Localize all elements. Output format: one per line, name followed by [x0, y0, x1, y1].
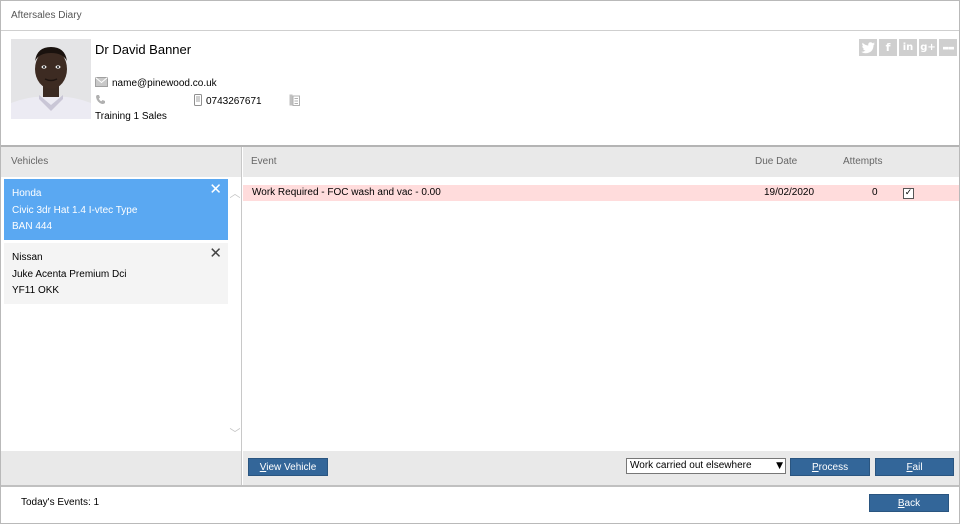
- outcome-select[interactable]: Work carried out elsewhere ▼: [626, 458, 786, 474]
- more-icon[interactable]: ▬▬: [939, 39, 957, 56]
- vehicle-make: Nissan: [12, 252, 43, 263]
- twitter-icon[interactable]: [859, 39, 877, 56]
- chevron-down-icon: ▼: [776, 461, 783, 471]
- column-due-date[interactable]: Due Date: [755, 156, 797, 167]
- view-vehicle-button[interactable]: View Vehicle: [248, 458, 328, 476]
- todays-events-count: Today's Events: 1: [21, 497, 100, 508]
- column-attempts[interactable]: Attempts: [843, 156, 882, 167]
- vehicle-model: Civic 3dr Hat 1.4 I-vtec Type: [12, 204, 138, 216]
- event-description: Work Required - FOC wash and vac - 0.00: [252, 187, 441, 198]
- events-header: Event Due Date Attempts: [243, 147, 959, 177]
- vehicle-make: Honda: [12, 188, 42, 199]
- event-due-date: 19/02/2020: [764, 187, 815, 198]
- googleplus-icon[interactable]: g+: [919, 39, 937, 56]
- event-checkbox[interactable]: ✓: [903, 188, 914, 199]
- events-footer: View Vehicle Work carried out elsewhere …: [243, 451, 959, 485]
- vehicle-model: Juke Acenta Premium Dci: [12, 268, 127, 280]
- events-panel: Event Due Date Attempts Work Required - …: [243, 147, 959, 485]
- column-event[interactable]: Event: [251, 156, 277, 167]
- vehicle-reg: BAN 444: [12, 221, 53, 232]
- mobile-number: 0743267671: [206, 96, 262, 107]
- scroll-up-icon[interactable]: ︿: [228, 185, 242, 200]
- vehicle-card[interactable]: Nissan Juke Acenta Premium Dci YF11 OKK …: [4, 243, 228, 304]
- customer-photo: [11, 39, 91, 119]
- vehicles-header: Vehicles: [1, 147, 241, 177]
- social-links: f in g+ ▬▬: [859, 39, 957, 56]
- fax-icon: [289, 94, 300, 109]
- facebook-icon[interactable]: f: [879, 39, 897, 56]
- event-attempts: 0: [872, 187, 878, 198]
- aftersales-diary-window: Aftersales Diary Dr David Banner name@pi…: [0, 0, 960, 524]
- window-title: Aftersales Diary: [11, 10, 82, 21]
- scroll-down-icon[interactable]: ﹀: [228, 425, 242, 440]
- event-row[interactable]: Work Required - FOC wash and vac - 0.00 …: [243, 185, 959, 201]
- phone-icon: [95, 94, 106, 108]
- contact-panel: Dr David Banner name@pinewood.co.uk 0743…: [1, 31, 959, 145]
- branch-label: Training 1 Sales: [95, 111, 167, 122]
- phone-row: [95, 94, 110, 108]
- email-address[interactable]: name@pinewood.co.uk: [112, 78, 217, 89]
- linkedin-icon[interactable]: in: [899, 39, 917, 56]
- email-row: name@pinewood.co.uk: [95, 77, 217, 90]
- remove-vehicle-icon[interactable]: ✕: [209, 181, 222, 198]
- fail-button[interactable]: Fail: [875, 458, 954, 476]
- mobile-icon: [194, 94, 202, 109]
- back-button[interactable]: Back: [869, 494, 949, 512]
- bottom-bar: Today's Events: 1 Back: [1, 487, 959, 523]
- title-bar: Aftersales Diary: [1, 1, 959, 31]
- mobile-row: 0743267671: [194, 94, 262, 109]
- customer-name: Dr David Banner: [95, 42, 192, 57]
- remove-vehicle-icon[interactable]: ✕: [209, 245, 222, 262]
- outcome-selected-value: Work carried out elsewhere: [630, 460, 752, 471]
- vehicle-reg: YF11 OKK: [12, 285, 60, 296]
- vehicles-footer: [1, 451, 241, 485]
- vehicle-card[interactable]: Honda Civic 3dr Hat 1.4 I-vtec Type BAN …: [4, 179, 228, 240]
- process-button[interactable]: Process: [790, 458, 870, 476]
- email-icon: [95, 77, 108, 90]
- vehicles-header-label: Vehicles: [11, 156, 49, 167]
- vehicles-panel: Vehicles Honda Civic 3dr Hat 1.4 I-vtec …: [1, 147, 242, 485]
- fax-row: [289, 94, 304, 109]
